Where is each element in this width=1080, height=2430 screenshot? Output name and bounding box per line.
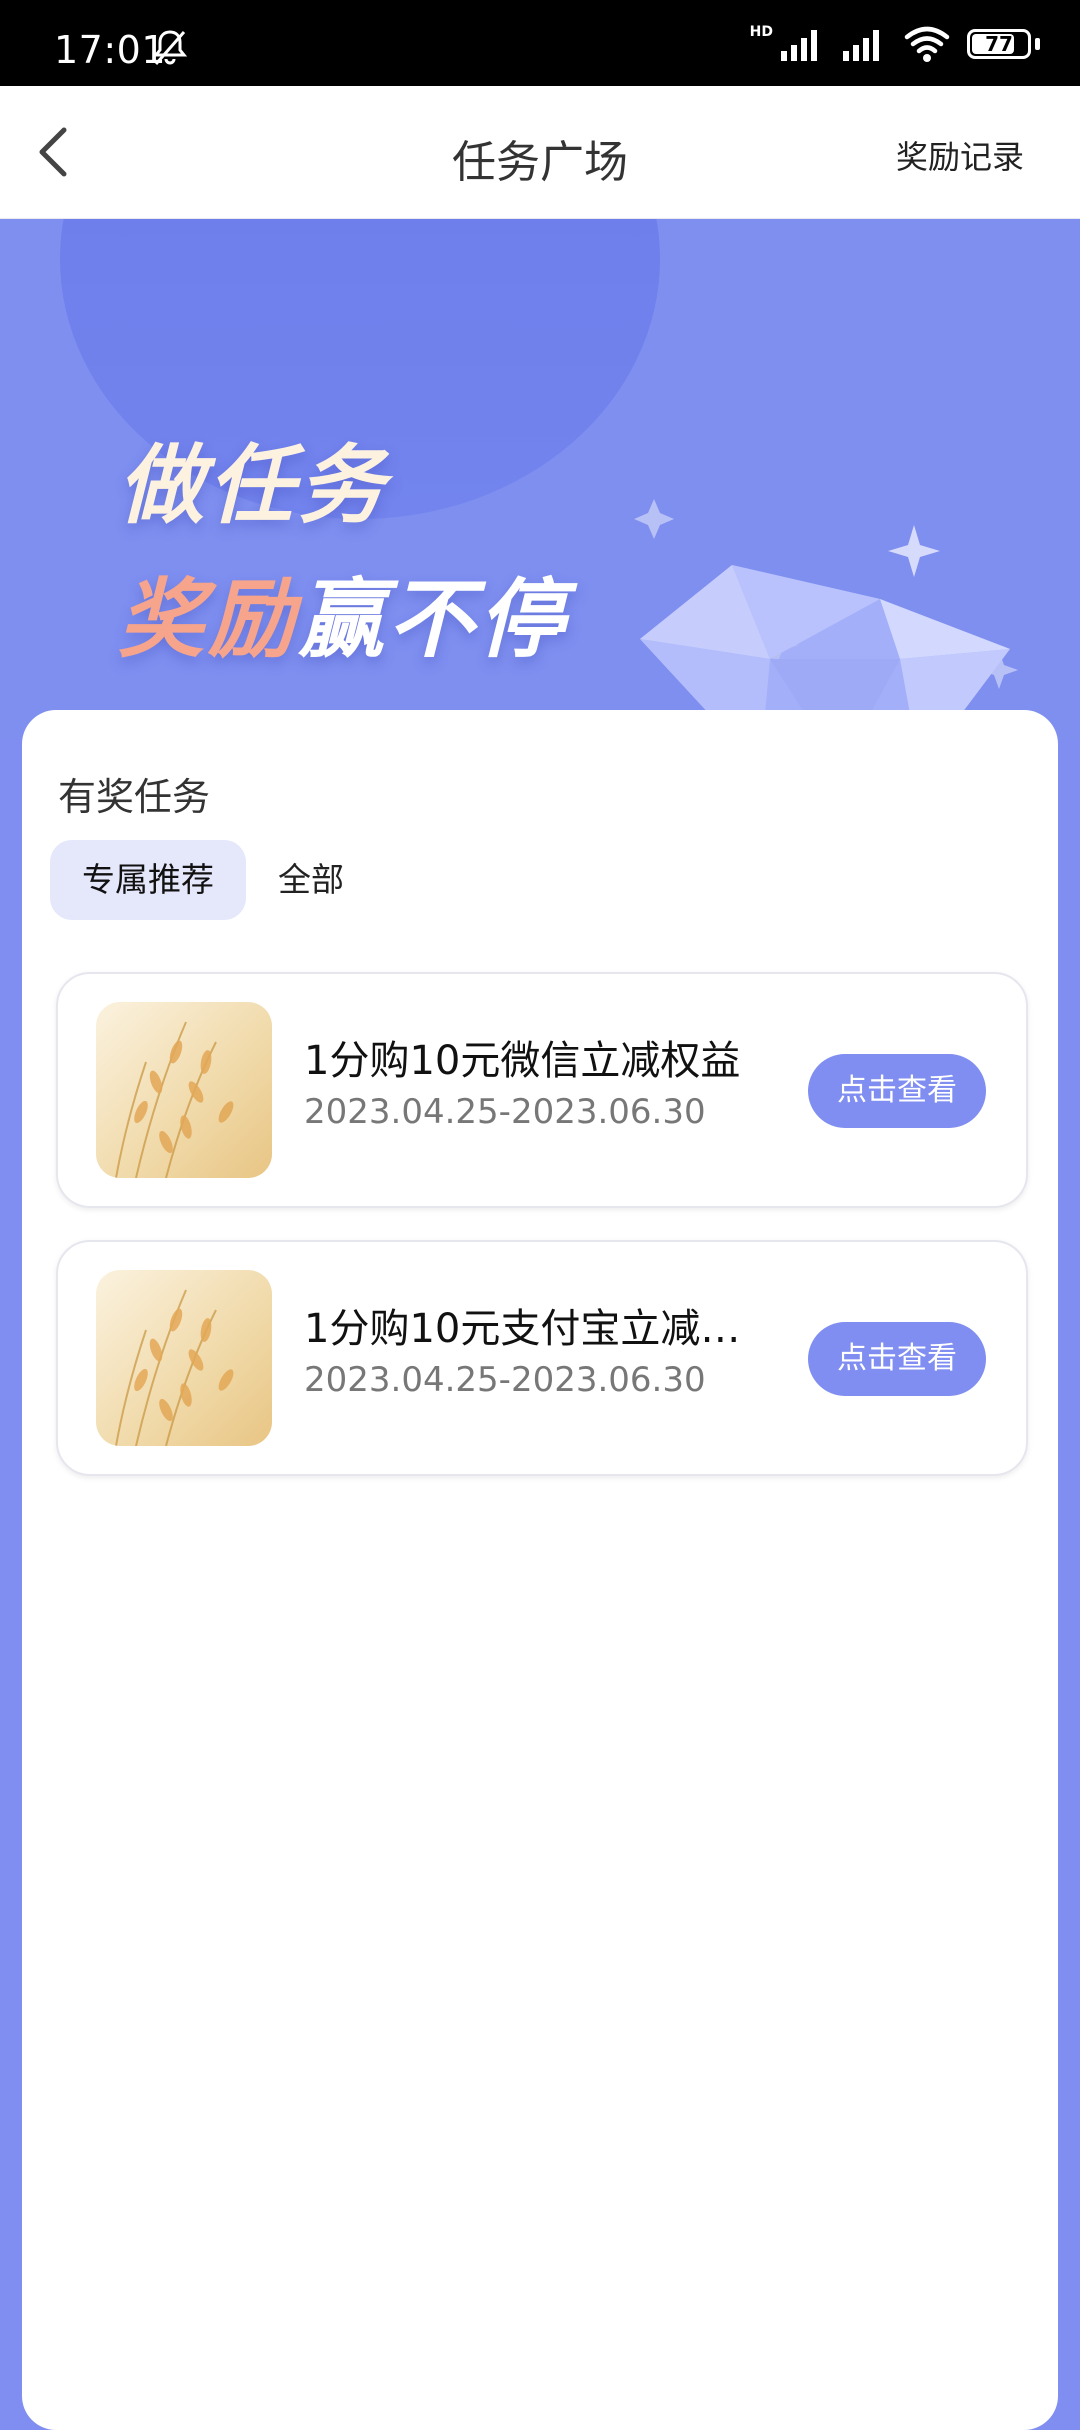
tab-all[interactable]: 全部	[246, 840, 376, 920]
signal-icon	[843, 30, 879, 61]
banner-slogan-highlight: 奖励	[118, 570, 298, 670]
task-date-range: 2023.04.25-2023.06.30	[304, 1092, 706, 1132]
battery-icon: 77	[967, 29, 1031, 59]
task-name: 1分购10元微信立减权益	[304, 1038, 741, 1084]
reward-records-link[interactable]: 奖励记录	[896, 132, 1024, 178]
task-name: 1分购10元支付宝立减…	[304, 1306, 741, 1352]
signal-icon	[781, 30, 817, 61]
task-thumbnail	[96, 1270, 272, 1446]
promo-banner: 做任务 奖励赢不停	[0, 219, 1080, 739]
hd-badge: HD	[749, 24, 773, 40]
status-bar: 17:01 HD 77	[0, 0, 1080, 86]
wifi-icon	[904, 26, 950, 62]
tab-exclusive[interactable]: 专属推荐	[50, 840, 246, 920]
section-title: 有奖任务	[58, 775, 211, 819]
task-panel: 有奖任务 专属推荐 全部 1分购10元微信立减权益 2023.04.25-202…	[22, 710, 1058, 2430]
view-button[interactable]: 点击查看	[808, 1054, 986, 1128]
banner-slogan-line1: 做任务	[118, 436, 388, 536]
banner-slogan-rest: 赢不停	[298, 570, 568, 670]
app-header: 任务广场 奖励记录	[0, 86, 1080, 219]
task-date-range: 2023.04.25-2023.06.30	[304, 1360, 706, 1400]
mute-bell-icon	[152, 30, 188, 65]
task-card[interactable]: 1分购10元微信立减权益 2023.04.25-2023.06.30 点击查看	[56, 972, 1028, 1208]
banner-slogan-line2: 奖励赢不停	[118, 549, 568, 674]
status-icons: HD 77	[750, 22, 1040, 66]
battery-level: 77	[985, 32, 1013, 56]
task-card[interactable]: 1分购10元支付宝立减… 2023.04.25-2023.06.30 点击查看	[56, 1240, 1028, 1476]
view-button[interactable]: 点击查看	[808, 1322, 986, 1396]
diamond-illustration	[634, 499, 1018, 739]
task-tabs: 专属推荐 全部	[50, 840, 376, 920]
task-thumbnail	[96, 1002, 272, 1178]
